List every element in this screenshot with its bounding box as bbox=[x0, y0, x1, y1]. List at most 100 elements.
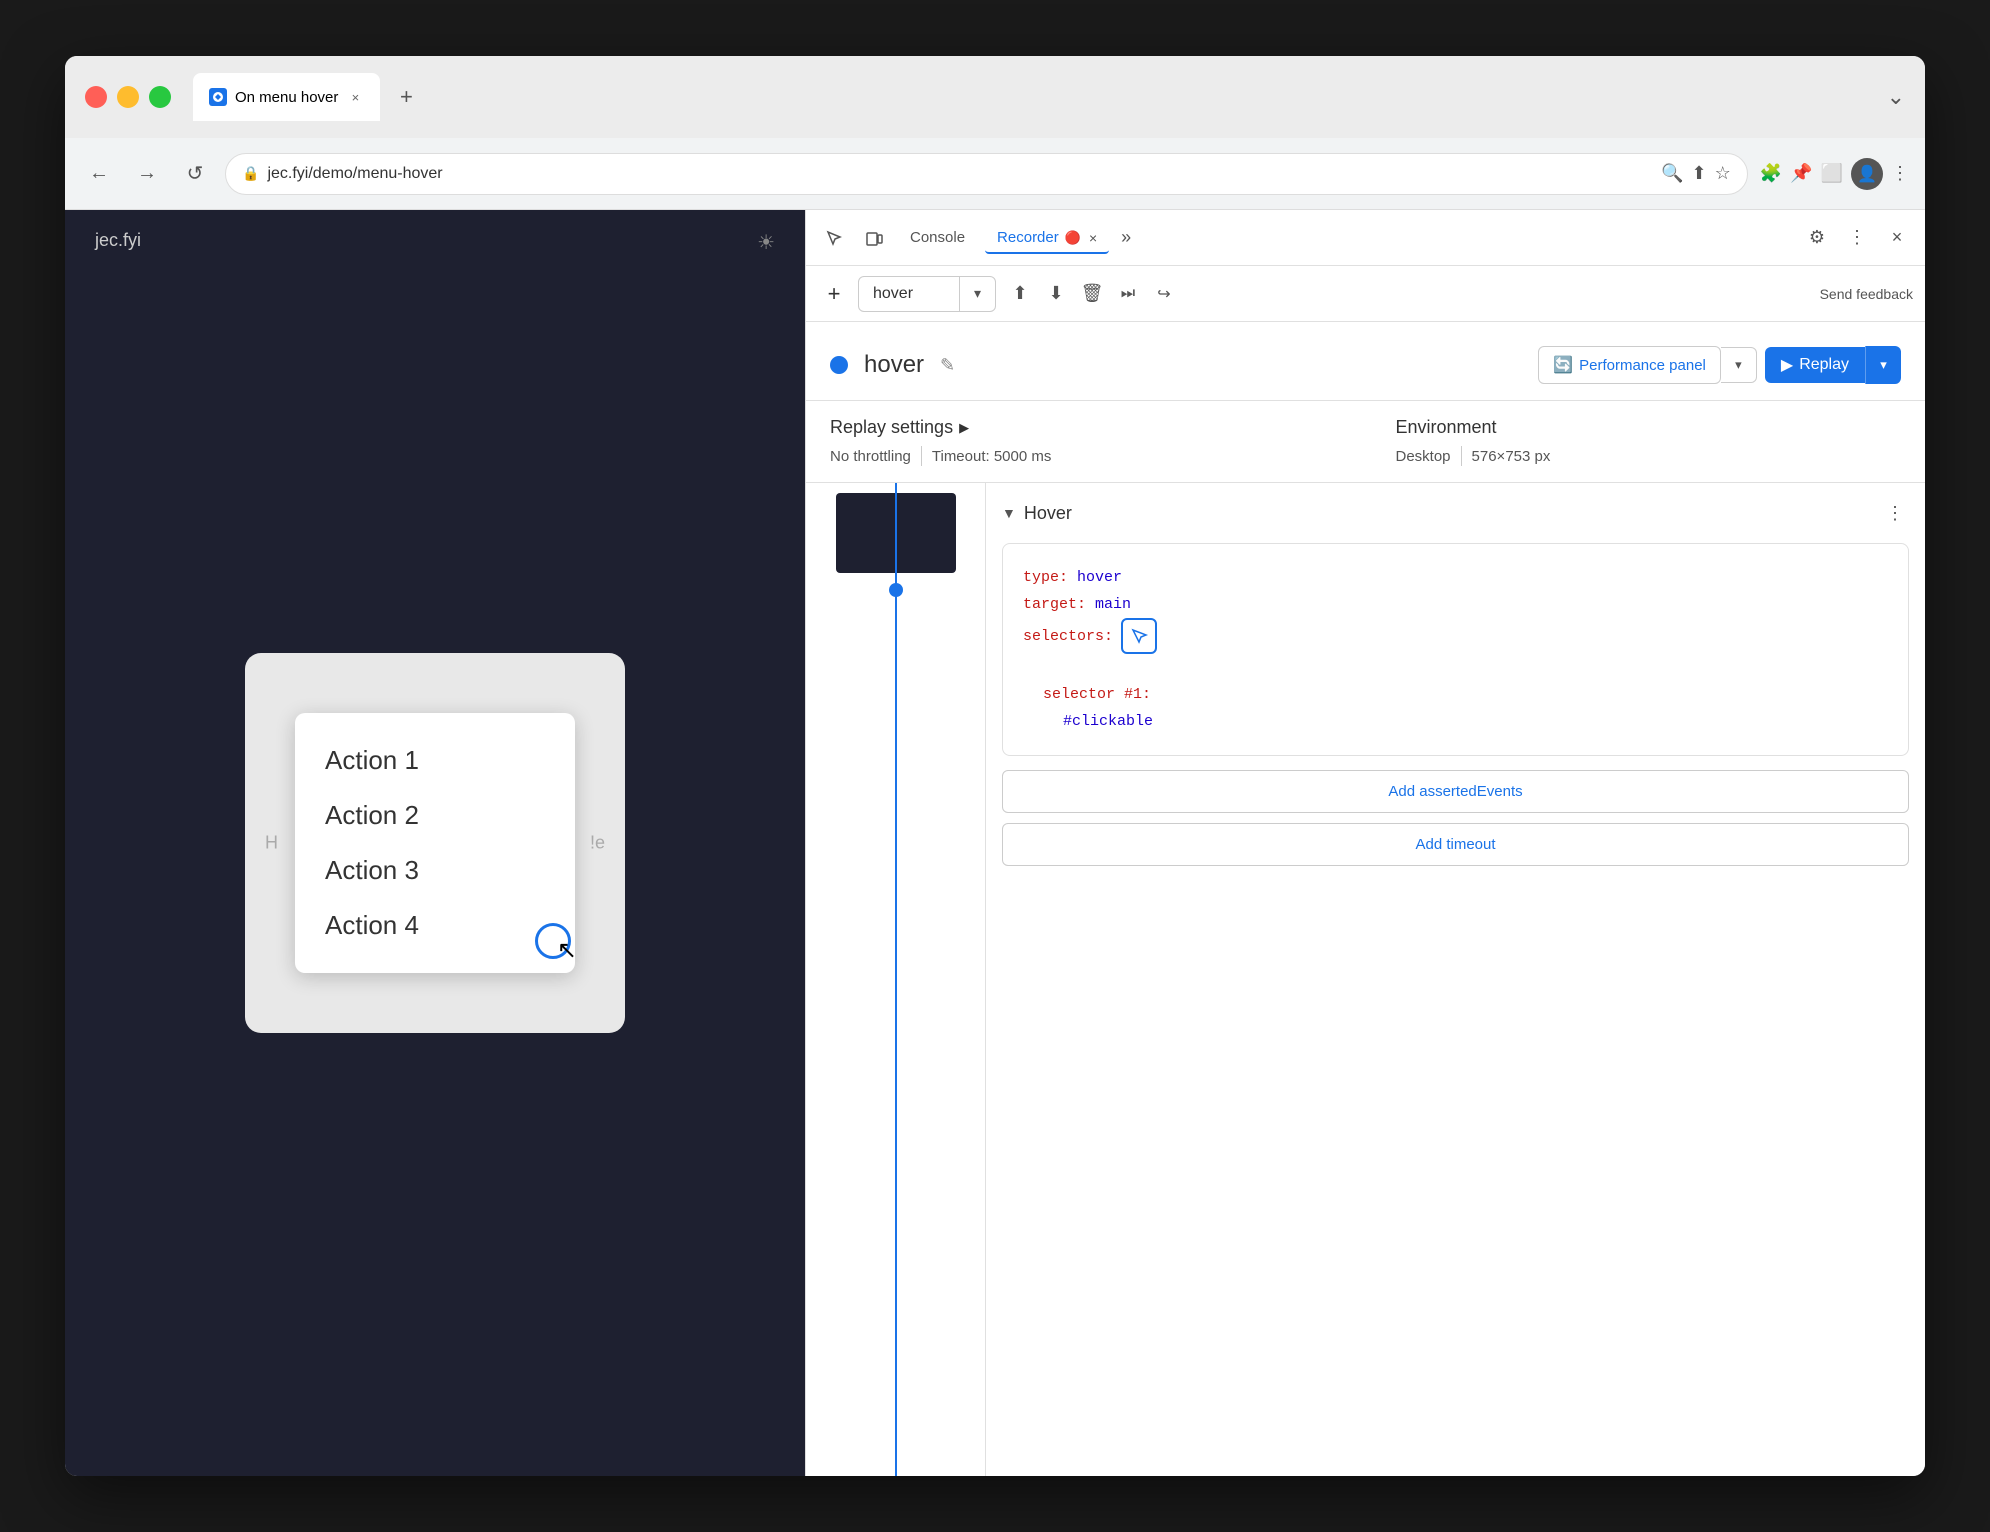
step-expand-icon[interactable]: ▼ bbox=[1002, 505, 1016, 521]
environment-section: Environment Desktop 576×753 px bbox=[1336, 417, 1902, 466]
add-recording-button[interactable]: + bbox=[818, 278, 850, 310]
performance-icon: 🔄 bbox=[1553, 355, 1573, 375]
replay-button[interactable]: ▶ Replay bbox=[1765, 347, 1865, 383]
replay-settings-chevron: ▶ bbox=[959, 420, 969, 436]
brightness-icon[interactable]: ☀ bbox=[757, 232, 775, 254]
page-panel: jec.fyi ☀ H !e Action 1 Action 2 Action … bbox=[65, 210, 805, 1476]
step-detail: ▼ Hover ⋮ type: hover target: main selec… bbox=[986, 483, 1925, 1476]
cursor-arrow-icon: ↖ bbox=[557, 936, 577, 965]
send-feedback-link[interactable]: Send feedback bbox=[1820, 286, 1913, 302]
env-divider bbox=[1461, 446, 1462, 466]
site-name: jec.fyi bbox=[95, 230, 141, 251]
recorder-tab-label: Recorder bbox=[997, 229, 1059, 246]
address-icons: 🔍 ⬆ ☆ bbox=[1661, 163, 1731, 184]
replay-dropdown-button[interactable]: ▾ bbox=[1865, 346, 1901, 384]
tab-dropdown-icon[interactable]: ⌄ bbox=[1887, 84, 1905, 110]
selector-picker-box[interactable] bbox=[1121, 618, 1157, 654]
timeline-line bbox=[895, 483, 897, 1476]
add-timeout-button[interactable]: Add timeout bbox=[1002, 823, 1909, 866]
more-tabs-btn[interactable]: » bbox=[1121, 227, 1131, 248]
tab-recorder[interactable]: Recorder 🔴 × bbox=[985, 223, 1109, 254]
menu-item-3: Action 3 bbox=[325, 843, 545, 898]
replay-play-icon: ▶ bbox=[1781, 355, 1793, 375]
timeline-area: ▼ Hover ⋮ type: hover target: main selec… bbox=[806, 483, 1925, 1476]
tab-console[interactable]: Console bbox=[898, 223, 977, 252]
chrome-menu-icon[interactable]: ⋮ bbox=[1891, 163, 1909, 184]
redo-icon[interactable]: ↪ bbox=[1148, 278, 1180, 310]
step-menu-icon[interactable]: ⋮ bbox=[1881, 499, 1909, 527]
step-code-block: type: hover target: main selectors: se bbox=[1002, 543, 1909, 756]
add-asserted-events-button[interactable]: Add assertedEvents bbox=[1002, 770, 1909, 813]
refresh-button[interactable]: ↺ bbox=[177, 156, 213, 192]
performance-label: Performance panel bbox=[1579, 357, 1706, 374]
browser-window: On menu hover × + ⌄ ← → ↺ 🔒 jec.fyi/demo… bbox=[65, 56, 1925, 1476]
minimize-button[interactable] bbox=[117, 86, 139, 108]
title-bar: On menu hover × + ⌄ bbox=[65, 56, 1925, 138]
new-tab-button[interactable]: + bbox=[388, 79, 424, 115]
recording-dot bbox=[830, 356, 848, 374]
settings-divider bbox=[921, 446, 922, 466]
replay-settings-title[interactable]: Replay settings ▶ bbox=[830, 417, 1336, 438]
lock-icon: 🔒 bbox=[242, 165, 259, 182]
back-button[interactable]: ← bbox=[81, 156, 117, 192]
window-icon[interactable]: ⬜ bbox=[1821, 163, 1843, 184]
export-icon[interactable]: ⬆ bbox=[1004, 278, 1036, 310]
device-toggle-icon[interactable] bbox=[858, 222, 890, 254]
recorder-action-icons: ⬆ ⬇ 🗑 ⏭ ↪ bbox=[1004, 278, 1180, 310]
tab-title: On menu hover bbox=[235, 89, 338, 106]
traffic-lights bbox=[85, 86, 171, 108]
delete-icon[interactable]: 🗑 bbox=[1076, 278, 1108, 310]
menu-item-2: Action 2 bbox=[325, 788, 545, 843]
recording-dropdown-icon[interactable]: ▾ bbox=[959, 276, 995, 312]
address-text: jec.fyi/demo/menu-hover bbox=[267, 165, 1653, 183]
tab-bar: On menu hover × + ⌄ bbox=[193, 73, 1905, 121]
active-tab[interactable]: On menu hover × bbox=[193, 73, 380, 121]
selector-value: #clickable bbox=[1023, 708, 1888, 735]
more-options-icon[interactable]: ⋮ bbox=[1841, 222, 1873, 254]
maximize-button[interactable] bbox=[149, 86, 171, 108]
menu-item-4: Action 4 ↖ bbox=[325, 898, 545, 953]
element-select-icon[interactable] bbox=[818, 222, 850, 254]
forward-button[interactable]: → bbox=[129, 156, 165, 192]
share-icon[interactable]: ⬆ bbox=[1692, 163, 1707, 184]
viewport-value: 576×753 px bbox=[1472, 448, 1551, 465]
timeline-dot bbox=[889, 583, 903, 597]
devtools-close-icon[interactable]: × bbox=[1881, 222, 1913, 254]
replay-settings-info: No throttling Timeout: 5000 ms bbox=[830, 446, 1336, 466]
bookmark-icon[interactable]: ☆ bbox=[1715, 163, 1731, 184]
menu-item-1: Action 1 bbox=[325, 733, 545, 788]
account-icon[interactable]: 👤 bbox=[1851, 158, 1883, 190]
recording-title: hover bbox=[864, 351, 924, 379]
recorder-badge: 🔴 bbox=[1065, 230, 1081, 246]
environment-info: Desktop 576×753 px bbox=[1396, 446, 1902, 466]
replay-label: Replay bbox=[1799, 356, 1849, 374]
devtools-panel: Console Recorder 🔴 × » ⚙ ⋮ × + hover ▾ bbox=[805, 210, 1925, 1476]
step-header: ▼ Hover ⋮ bbox=[1002, 499, 1909, 527]
import-icon[interactable]: ⬇ bbox=[1040, 278, 1072, 310]
close-button[interactable] bbox=[85, 86, 107, 108]
hover-hint-text2: !e bbox=[590, 833, 605, 854]
search-icon[interactable]: 🔍 bbox=[1661, 163, 1683, 184]
environment-title: Environment bbox=[1396, 417, 1902, 438]
pin-icon[interactable]: 📌 bbox=[1790, 163, 1812, 184]
settings-icon[interactable]: ⚙ bbox=[1801, 222, 1833, 254]
address-bar[interactable]: 🔒 jec.fyi/demo/menu-hover 🔍 ⬆ ☆ bbox=[225, 153, 1748, 195]
selectors-key: selectors: bbox=[1023, 623, 1113, 650]
type-value: hover bbox=[1077, 569, 1122, 586]
timeout-value: Timeout: 5000 ms bbox=[932, 448, 1052, 465]
target-value: main bbox=[1095, 596, 1131, 613]
performance-dropdown-button[interactable]: ▾ bbox=[1721, 347, 1757, 383]
recording-name: hover bbox=[859, 285, 959, 303]
hover-hint-text: H bbox=[265, 833, 278, 854]
performance-panel-button[interactable]: 🔄 Performance panel bbox=[1538, 346, 1721, 384]
puzzle-icon[interactable]: 🧩 bbox=[1760, 163, 1782, 184]
step-forward-icon[interactable]: ⏭ bbox=[1112, 278, 1144, 310]
throttling-value: No throttling bbox=[830, 448, 911, 465]
recorder-tab-close[interactable]: × bbox=[1089, 230, 1097, 246]
device-value: Desktop bbox=[1396, 448, 1451, 465]
extension-icons: 🧩 📌 ⬜ 👤 ⋮ bbox=[1760, 158, 1909, 190]
selector-num-label: selector #1: bbox=[1023, 681, 1888, 708]
recording-selector[interactable]: hover ▾ bbox=[858, 276, 996, 312]
tab-close-icon[interactable]: × bbox=[346, 88, 364, 106]
edit-title-icon[interactable]: ✎ bbox=[940, 355, 955, 376]
